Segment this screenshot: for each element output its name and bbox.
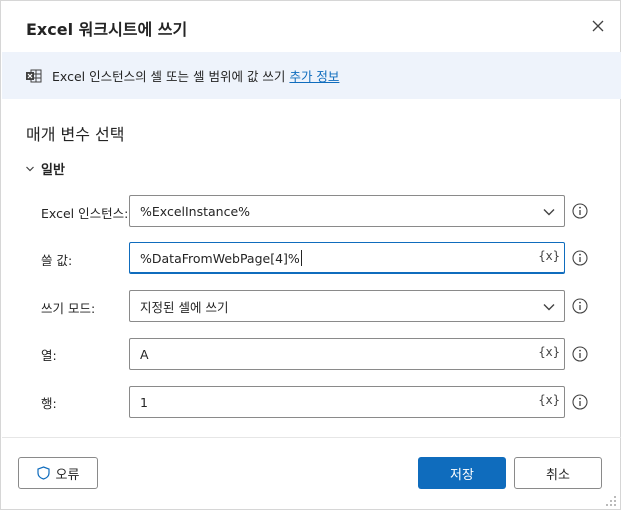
row-value: 1 <box>140 394 148 410</box>
resize-grip-icon[interactable] <box>605 495 617 507</box>
text-caret <box>300 250 302 266</box>
value-text: %DataFromWebPage[4]% <box>140 250 300 266</box>
value-label: 쓸 값: <box>41 253 73 268</box>
close-icon <box>592 20 604 32</box>
variable-picker-button[interactable]: {x} <box>538 249 560 263</box>
write-to-excel-dialog: Excel 워크시트에 쓰기 Excel 인스턴스의 셀 또는 셀 범위에 값 … <box>0 0 621 510</box>
error-button-label: 오류 <box>55 467 80 483</box>
column-input[interactable]: A {x} <box>129 338 565 370</box>
info-banner: Excel 인스턴스의 셀 또는 셀 범위에 값 쓰기 추가 정보 <box>2 52 621 99</box>
error-handling-button[interactable]: 오류 <box>18 457 98 489</box>
mode-label: 쓰기 모드: <box>41 301 96 316</box>
excel-icon <box>26 69 42 82</box>
column-value: A <box>140 346 149 362</box>
banner-text: Excel 인스턴스의 셀 또는 셀 범위에 값 쓰기 <box>52 69 286 84</box>
mode-value: 지정된 셀에 쓰기 <box>140 299 229 315</box>
learn-more-link[interactable]: 추가 정보 <box>289 66 339 85</box>
close-button[interactable] <box>587 15 609 37</box>
group-general-toggle[interactable]: 일반 <box>25 159 65 178</box>
info-icon[interactable] <box>572 346 588 362</box>
shield-icon <box>36 466 50 480</box>
row-input[interactable]: 1 {x} <box>129 386 565 418</box>
variable-picker-button[interactable]: {x} <box>538 393 560 407</box>
chevron-down-icon <box>543 209 555 216</box>
value-input[interactable]: %DataFromWebPage[4]% {x} <box>129 242 565 274</box>
footer-divider <box>2 437 621 438</box>
instance-dropdown[interactable]: %ExcelInstance% <box>129 195 565 227</box>
group-label: 일반 <box>41 163 65 178</box>
column-label: 열: <box>41 348 57 363</box>
cancel-button[interactable]: 취소 <box>514 457 602 489</box>
chevron-down-icon <box>543 304 555 311</box>
row-label: 행: <box>41 396 57 411</box>
info-icon[interactable] <box>572 298 588 314</box>
instance-label: Excel 인스턴스: <box>41 206 129 221</box>
section-title: 매개 변수 선택 <box>26 125 125 144</box>
save-button[interactable]: 저장 <box>418 457 506 489</box>
dialog-title: Excel 워크시트에 쓰기 <box>26 20 188 39</box>
info-icon[interactable] <box>572 250 588 266</box>
info-icon[interactable] <box>572 394 588 410</box>
chevron-down-icon <box>26 166 34 171</box>
instance-value: %ExcelInstance% <box>140 203 251 219</box>
mode-dropdown[interactable]: 지정된 셀에 쓰기 <box>129 290 565 322</box>
variable-picker-button[interactable]: {x} <box>538 345 560 359</box>
info-icon[interactable] <box>572 203 588 219</box>
